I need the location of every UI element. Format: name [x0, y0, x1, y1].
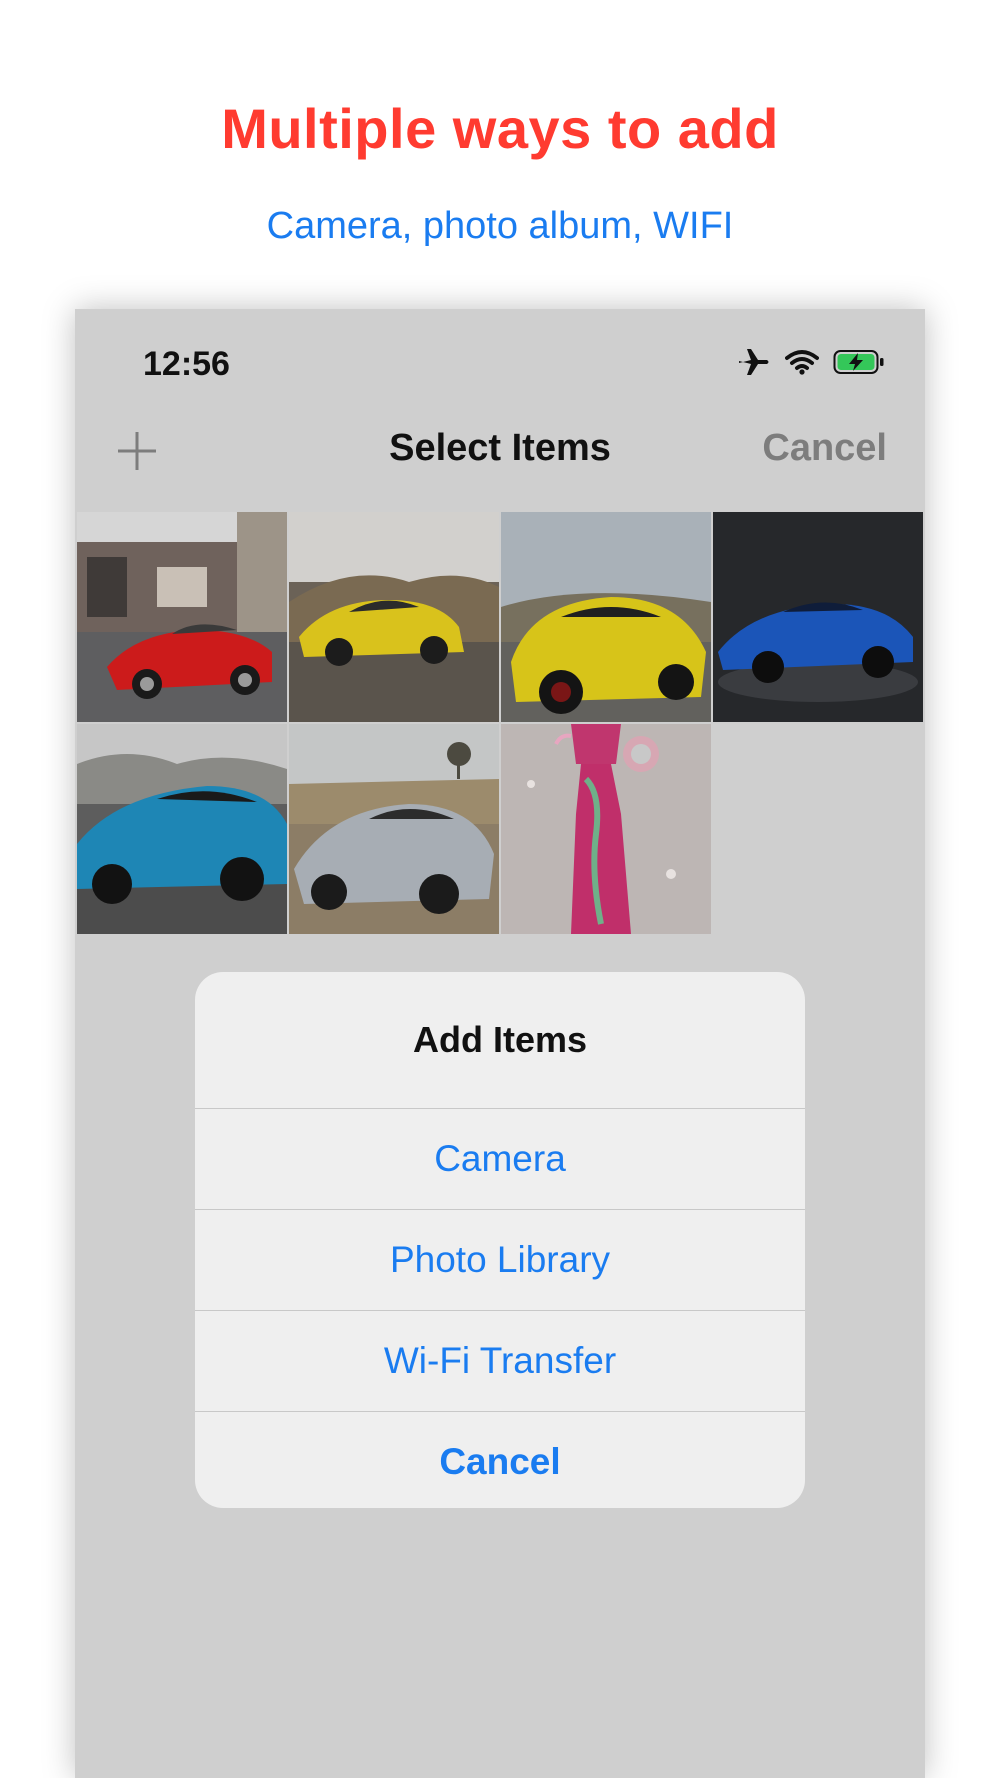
- nav-bar: Select Items Cancel: [75, 409, 925, 489]
- photo-thumbnail[interactable]: [77, 724, 287, 934]
- promo-subheadline: Camera, photo album, WIFI: [266, 205, 734, 247]
- photo-thumbnail[interactable]: [289, 512, 499, 722]
- photo-thumbnail[interactable]: [713, 512, 923, 722]
- wifi-transfer-option-button[interactable]: Wi-Fi Transfer: [195, 1311, 805, 1412]
- airplane-icon: [737, 347, 771, 377]
- photo-thumbnail[interactable]: [501, 512, 711, 722]
- battery-charging-icon: [833, 349, 885, 375]
- action-sheet-title: Add Items: [195, 972, 805, 1109]
- add-items-action-sheet: Add Items Camera Photo Library Wi-Fi Tra…: [195, 972, 805, 1508]
- photo-thumbnail[interactable]: [289, 724, 499, 934]
- camera-option-button[interactable]: Camera: [195, 1109, 805, 1210]
- phone-screen: 12:56 Select Items Cancel Add Items Came…: [75, 309, 925, 1778]
- status-time: 12:56: [143, 345, 230, 383]
- photo-thumbnail[interactable]: [501, 724, 711, 934]
- status-bar: 12:56: [75, 309, 925, 399]
- action-sheet-cancel-button[interactable]: Cancel: [195, 1412, 805, 1508]
- photo-grid: [77, 512, 925, 934]
- wifi-icon: [785, 349, 819, 375]
- photo-library-option-button[interactable]: Photo Library: [195, 1210, 805, 1311]
- nav-cancel-button[interactable]: Cancel: [762, 427, 887, 470]
- photo-thumbnail[interactable]: [77, 512, 287, 722]
- status-icons: [737, 347, 885, 377]
- promo-headline: Multiple ways to add: [221, 97, 779, 160]
